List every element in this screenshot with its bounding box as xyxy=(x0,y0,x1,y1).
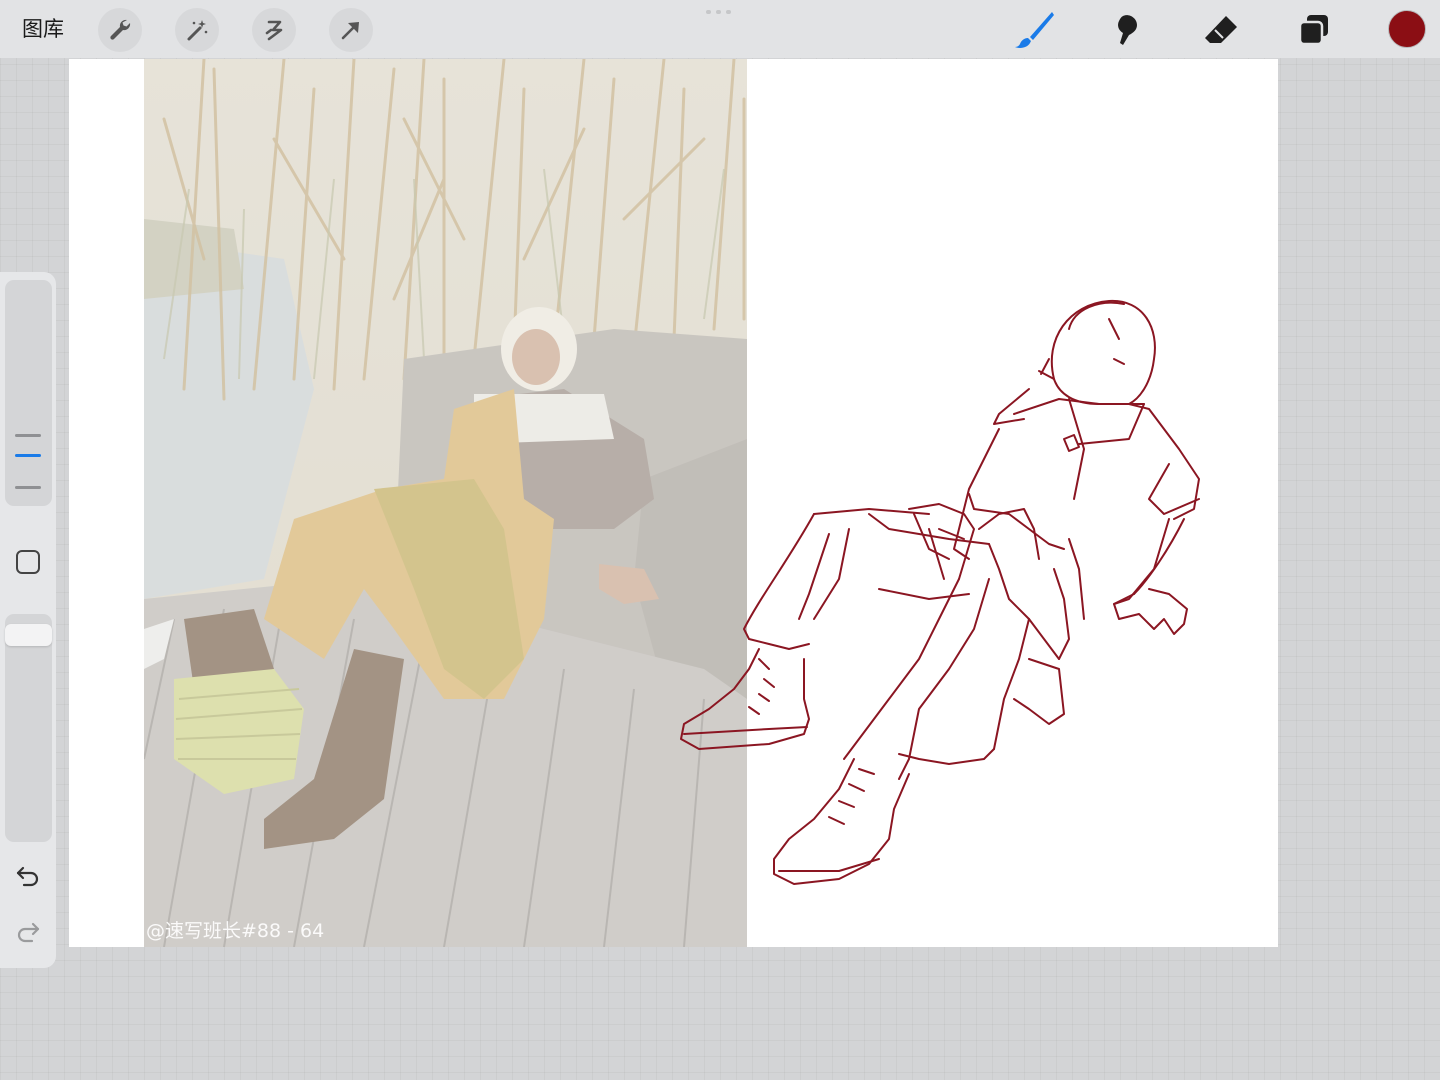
transform-arrow-icon xyxy=(341,22,359,40)
brush-tool-button[interactable] xyxy=(1012,8,1056,52)
redo-icon xyxy=(17,922,40,943)
smudge-icon xyxy=(1118,15,1137,45)
color-picker-button[interactable] xyxy=(1388,10,1426,48)
size-mark-active xyxy=(15,454,41,457)
redo-button[interactable] xyxy=(10,914,46,950)
layers-button[interactable] xyxy=(1292,8,1336,52)
top-toolbar: 图库 xyxy=(0,0,1440,58)
square-icon xyxy=(16,550,40,574)
layers-icon xyxy=(1298,15,1328,46)
eraser-icon xyxy=(1205,16,1237,43)
toolbar-grabber[interactable] xyxy=(706,10,734,14)
adjustments-button[interactable] xyxy=(175,8,219,52)
modify-button[interactable] xyxy=(10,544,46,580)
size-mark-bottom xyxy=(15,486,41,489)
sketch-drawing xyxy=(680,299,1200,885)
smudge-tool-button[interactable] xyxy=(1105,8,1149,52)
eraser-tool-button[interactable] xyxy=(1199,8,1243,52)
brush-icon xyxy=(1015,12,1054,48)
brush-size-slider[interactable] xyxy=(5,280,52,506)
selection-icon xyxy=(265,20,283,41)
selection-button[interactable] xyxy=(252,8,296,52)
undo-icon xyxy=(16,866,39,887)
wrench-icon xyxy=(110,19,131,40)
gallery-button[interactable]: 图库 xyxy=(22,14,64,44)
actions-button[interactable] xyxy=(98,8,142,52)
drawing-canvas[interactable]: @速写班长#88 - 64 xyxy=(69,59,1278,947)
magic-wand-icon xyxy=(187,20,208,41)
size-mark-top xyxy=(15,434,41,437)
opacity-slider[interactable] xyxy=(5,614,52,842)
transform-button[interactable] xyxy=(329,8,373,52)
opacity-slider-handle[interactable] xyxy=(5,624,52,647)
undo-button[interactable] xyxy=(10,858,46,894)
left-sidebar xyxy=(0,272,56,968)
